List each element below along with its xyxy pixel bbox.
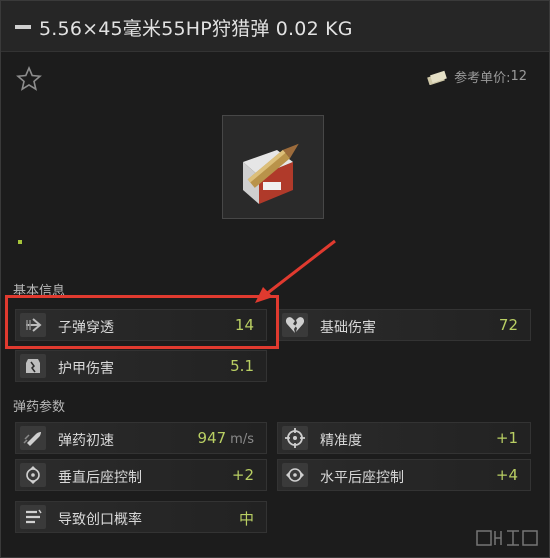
item-image (222, 115, 324, 219)
annotation-arrow-icon (255, 239, 336, 303)
highlight-box (5, 295, 279, 349)
stat-vertical-recoil[interactable]: 垂直后座控制 +2 (15, 459, 267, 491)
stat-label: 护甲伤害 (58, 361, 114, 377)
stat-value-unit: m/s (230, 432, 254, 447)
stat-accuracy[interactable]: 精准度 +1 (277, 422, 531, 454)
stat-armor-damage[interactable]: 护甲伤害 5.1 (15, 350, 267, 382)
stat-label: 精准度 (320, 433, 362, 449)
bullet-speed-icon (20, 426, 46, 450)
stat-value: +1 (495, 429, 518, 447)
stat-value-number: 947 (197, 429, 227, 447)
stat-label: 导致创口概率 (58, 512, 142, 528)
bleed-icon (20, 505, 46, 529)
vertical-recoil-icon (20, 463, 46, 487)
stat-muzzle-velocity[interactable]: 弹药初速 947 m/s (15, 422, 267, 454)
stat-label: 水平后座控制 (320, 470, 404, 486)
stat-damage[interactable]: 基础伤害 72 (277, 309, 531, 341)
crosshair-icon (282, 426, 308, 450)
reference-price: 参考单价: 12 (426, 67, 527, 86)
stat-bleed-chance[interactable]: 导致创口概率 中 (15, 501, 267, 533)
money-stack-icon (427, 70, 447, 85)
item-inspect-window: 5.56×45毫米55HP狩猎弹 0.02 KG 参考单价: 12 基本信息 子… (0, 0, 550, 558)
stat-value: 947 m/s (198, 429, 254, 447)
stat-horizontal-recoil[interactable]: 水平后座控制 +4 (277, 459, 531, 491)
title-bar[interactable]: 5.56×45毫米55HP狩猎弹 0.02 KG (1, 1, 549, 52)
stat-value: 72 (498, 316, 518, 334)
minimize-icon[interactable] (15, 25, 31, 29)
status-dot (18, 240, 22, 244)
stat-label: 垂直后座控制 (58, 470, 142, 486)
armor-damage-icon (20, 354, 46, 378)
stat-value: 中 (238, 510, 254, 528)
price-value: 12 (510, 69, 527, 84)
horizontal-recoil-icon (282, 463, 308, 487)
price-label: 参考单价: (454, 71, 511, 86)
stat-value: +2 (231, 466, 254, 484)
ammo-box-icon (243, 143, 299, 204)
stat-value: +4 (495, 466, 518, 484)
stat-label: 基础伤害 (320, 320, 376, 336)
stat-label: 弹药初速 (58, 433, 114, 449)
broken-heart-icon (282, 313, 308, 337)
stat-value: 5.1 (230, 357, 254, 375)
ammo-params-heading: 弹药参数 (13, 400, 66, 415)
favorite-star-icon[interactable] (15, 65, 43, 93)
item-title: 5.56×45毫米55HP狩猎弹 0.02 KG (39, 18, 353, 40)
watermark-icon (476, 530, 538, 546)
